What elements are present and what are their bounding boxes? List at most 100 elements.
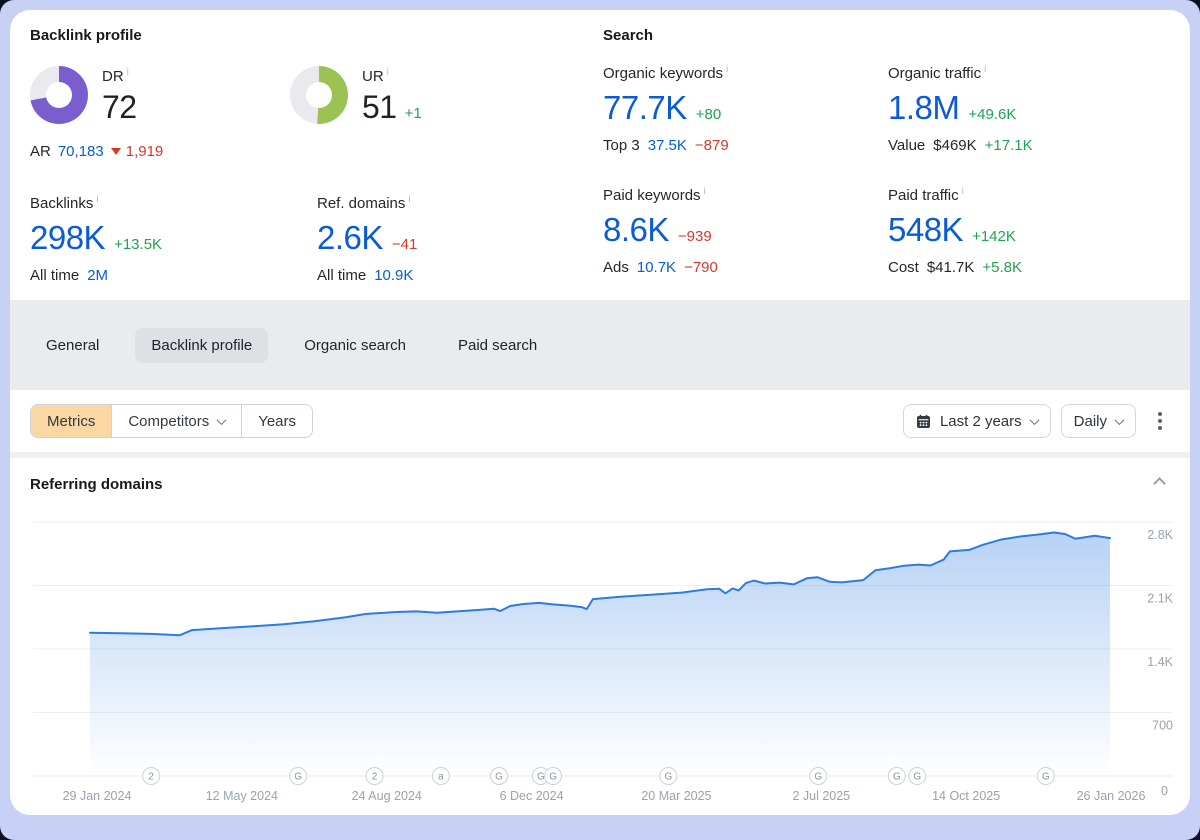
referring-domains-chart-area: 2.8K2.1K1.4K700029 Jan 202412 May 202424…: [33, 507, 1173, 812]
triangle-down-icon: [111, 148, 121, 155]
event-marker-g[interactable]: G: [810, 768, 827, 785]
info-icon[interactable]: i: [726, 64, 728, 75]
dr-block: DRi 72: [30, 66, 290, 126]
event-marker-g[interactable]: G: [290, 768, 307, 785]
ref-domains-value[interactable]: 2.6K: [317, 219, 383, 257]
y-axis-label: 2.1K: [1147, 592, 1173, 606]
backlink-profile-title: Backlink profile: [30, 27, 603, 44]
app-window: Backlink profile DRi 72 URi: [0, 0, 1200, 840]
organic-traffic-card: Organic traffici 1.8M +49.6K Value $469K…: [888, 64, 1190, 154]
chevron-up-icon: [1153, 477, 1166, 490]
svg-text:G: G: [1042, 772, 1050, 783]
date-range-button[interactable]: Last 2 years: [903, 404, 1051, 438]
chart-title: Referring domains: [30, 476, 163, 493]
x-axis-label: 29 Jan 2024: [63, 789, 132, 803]
backlinks-delta: +13.5K: [114, 236, 162, 253]
svg-text:2: 2: [372, 772, 378, 783]
svg-text:G: G: [814, 772, 822, 783]
svg-text:G: G: [294, 772, 302, 783]
chevron-down-icon: [217, 415, 227, 425]
ref-domains-delta: −41: [392, 236, 417, 253]
paid-traffic-card: Paid traffici 548K +142K Cost $41.7K +5.…: [888, 186, 1190, 276]
y-axis-label: 2.8K: [1147, 528, 1173, 542]
ur-block: URi 51 +1: [290, 66, 603, 126]
backlinks-card: Backlinksi 298K +13.5K All time 2M: [30, 194, 317, 284]
info-icon[interactable]: i: [408, 194, 410, 205]
tab-organic-search[interactable]: Organic search: [288, 328, 422, 363]
ur-value: 51: [362, 89, 397, 126]
chevron-down-icon: [1115, 415, 1125, 425]
section-tabbar: General Backlink profile Organic search …: [10, 300, 1190, 390]
organic-keywords-value[interactable]: 77.7K: [603, 89, 687, 127]
backlinks-value[interactable]: 298K: [30, 219, 105, 257]
organic-traffic-value[interactable]: 1.8M: [888, 89, 959, 127]
organic-keywords-card: Organic keywordsi 77.7K +80 Top 3 37.5K …: [603, 64, 888, 154]
event-marker-g[interactable]: G: [909, 768, 926, 785]
paid-keywords-value[interactable]: 8.6K: [603, 211, 669, 249]
segment-competitors[interactable]: Competitors: [111, 405, 241, 437]
search-metric-cards: Organic keywordsi 77.7K +80 Top 3 37.5K …: [603, 64, 1190, 276]
y-axis-label: 700: [1152, 719, 1173, 733]
domain-overview-panel: Backlink profile DRi 72 URi: [10, 10, 1190, 815]
event-marker-2[interactable]: 2: [366, 768, 383, 785]
ar-delta: 1,919: [126, 143, 164, 160]
x-axis-label: 14 Oct 2025: [932, 789, 1000, 803]
ur-delta: +1: [405, 105, 422, 122]
dr-label: DRi: [102, 67, 137, 85]
event-marker-g[interactable]: G: [491, 768, 508, 785]
tab-paid-search[interactable]: Paid search: [442, 328, 553, 363]
event-marker-a[interactable]: a: [432, 768, 449, 785]
chevron-down-icon: [1029, 415, 1039, 425]
search-column: Search Organic keywordsi 77.7K +80 Top 3…: [603, 27, 1190, 300]
paid-keywords-card: Paid keywordsi 8.6K −939 Ads 10.7K −790: [603, 186, 888, 276]
svg-text:G: G: [913, 772, 921, 783]
backlink-metric-cards: Backlinksi 298K +13.5K All time 2M Ref. …: [30, 194, 603, 284]
collapse-section-button[interactable]: [1151, 471, 1168, 497]
ar-value[interactable]: 70,183: [58, 143, 104, 160]
granularity-button[interactable]: Daily: [1061, 404, 1136, 438]
svg-text:G: G: [537, 772, 545, 783]
info-icon[interactable]: i: [962, 186, 964, 197]
svg-text:a: a: [438, 772, 444, 783]
dr-value: 72: [102, 89, 137, 126]
referring-domains-section: Referring domains 2.8K2.1K1.4K700029 Jan…: [10, 458, 1190, 815]
info-icon[interactable]: i: [704, 186, 706, 197]
referring-domains-chart: 2.8K2.1K1.4K700029 Jan 202412 May 202424…: [33, 507, 1173, 812]
backlinks-label: Backlinksi: [30, 194, 317, 212]
event-marker-g[interactable]: G: [660, 768, 677, 785]
all-time-label: All time: [317, 267, 366, 284]
event-marker-g[interactable]: G: [888, 768, 905, 785]
info-icon[interactable]: i: [984, 64, 986, 75]
info-icon[interactable]: i: [387, 67, 389, 78]
backlink-profile-column: Backlink profile DRi 72 URi: [30, 27, 603, 300]
ref-domains-card: Ref. domainsi 2.6K −41 All time 10.9K: [317, 194, 603, 284]
more-options-button[interactable]: [1150, 406, 1170, 436]
x-axis-label: 6 Dec 2024: [500, 789, 564, 803]
svg-text:G: G: [549, 772, 557, 783]
x-axis-label: 20 Mar 2025: [641, 789, 711, 803]
y-axis-label: 1.4K: [1147, 655, 1173, 669]
x-axis-label: 24 Aug 2024: [352, 789, 422, 803]
x-axis-label: 12 May 2024: [206, 789, 278, 803]
info-icon[interactable]: i: [96, 194, 98, 205]
svg-text:G: G: [495, 772, 503, 783]
paid-traffic-value[interactable]: 548K: [888, 211, 963, 249]
svg-text:G: G: [664, 772, 672, 783]
score-row: DRi 72 URi 51 +1: [30, 66, 603, 126]
tab-backlink-profile[interactable]: Backlink profile: [135, 328, 268, 363]
summary-section: Backlink profile DRi 72 URi: [10, 10, 1190, 300]
x-axis-label: 26 Jan 2026: [1077, 789, 1146, 803]
segment-years[interactable]: Years: [241, 405, 312, 437]
ar-label: AR: [30, 143, 51, 160]
event-marker-g[interactable]: G: [545, 768, 562, 785]
event-marker-2[interactable]: 2: [143, 768, 160, 785]
tab-general[interactable]: General: [30, 328, 115, 363]
ur-label: URi: [362, 67, 422, 85]
all-time-value[interactable]: 2M: [87, 267, 108, 284]
segment-metrics[interactable]: Metrics: [31, 405, 111, 437]
all-time-value[interactable]: 10.9K: [374, 267, 413, 284]
info-icon[interactable]: i: [127, 67, 129, 78]
svg-text:2: 2: [148, 772, 154, 783]
event-marker-g[interactable]: G: [1037, 768, 1054, 785]
dr-donut-chart: [30, 66, 88, 124]
